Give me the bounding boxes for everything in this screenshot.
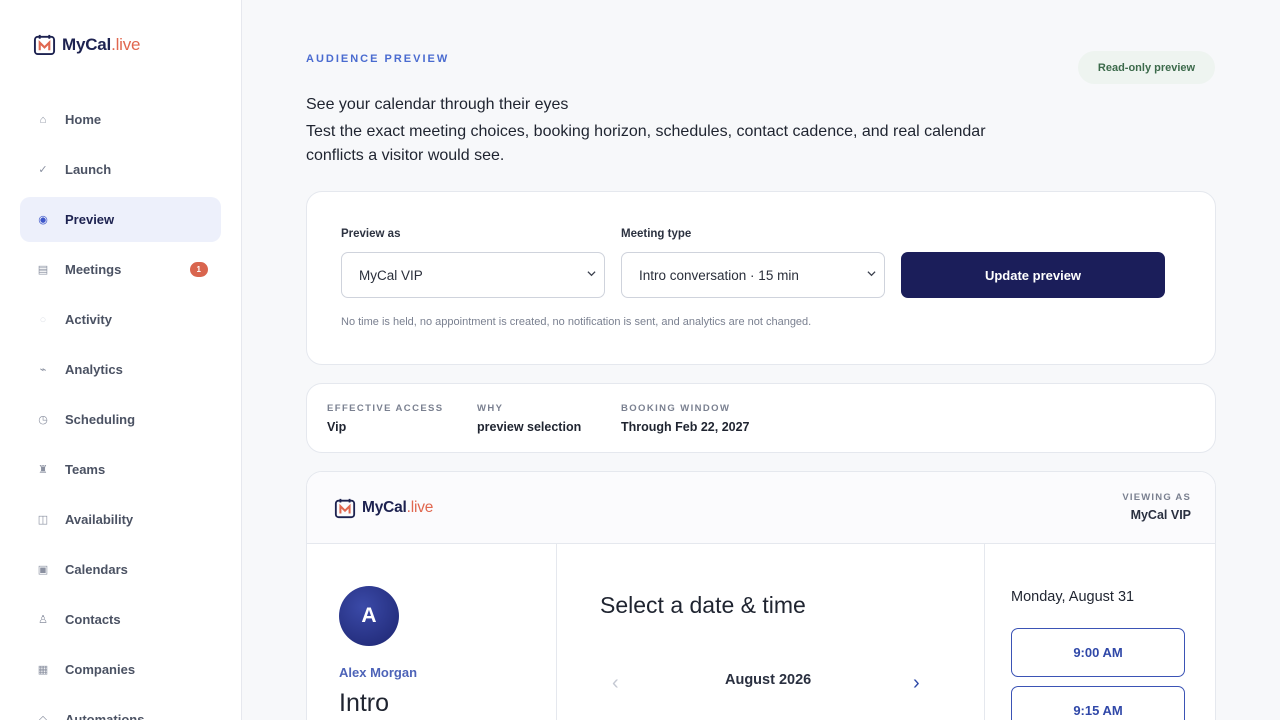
teams-icon: ♜: [38, 464, 48, 476]
preview-settings-card: Preview as MyCal VIP Meeting type Intro …: [306, 191, 1216, 365]
month-label: August 2026: [725, 672, 812, 688]
sidebar-item-analytics[interactable]: ⌁ Analytics: [20, 347, 221, 392]
prev-month-icon[interactable]: ‹: [612, 672, 619, 695]
activity-icon: ○: [39, 313, 47, 326]
calendar-icon: ▣: [37, 564, 49, 576]
chevron-down-icon: [867, 271, 876, 277]
read-only-badge: Read-only preview: [1078, 51, 1215, 84]
meetings-count-badge: 1: [189, 262, 208, 277]
booking-window: BOOKING WINDOW Through Feb 22, 2027: [621, 403, 750, 434]
calendar-logo-icon: [33, 34, 56, 56]
sidebar-item-calendars[interactable]: ▣ Calendars: [20, 547, 221, 592]
chevron-down-icon: [587, 271, 596, 277]
preview-brand-logo: MyCal.live: [334, 497, 433, 519]
sidebar-item-contacts[interactable]: ♙ Contacts: [20, 597, 221, 642]
sidebar-item-home[interactable]: ⌂ Home: [20, 97, 221, 142]
home-icon: ⌂: [39, 113, 47, 126]
preview-brand-name: MyCal.live: [362, 499, 434, 516]
preview-disclaimer: No time is held, no appointment is creat…: [341, 316, 812, 328]
brand-logo[interactable]: MyCal.live: [33, 33, 141, 56]
automations-icon: ◇: [38, 714, 48, 720]
sidebar-item-meetings[interactable]: ▤ Meetings 1: [20, 247, 221, 292]
time-slot-button[interactable]: 9:15 AM: [1011, 686, 1185, 720]
meeting-type-select[interactable]: Intro conversation · 15 min: [621, 252, 885, 298]
host-avatar: A: [339, 586, 399, 646]
time-slot-button[interactable]: 9:00 AM: [1011, 628, 1185, 677]
sidebar: MyCal.live ⌂ Home ✓ Launch ◉ Preview ▤ Meeti…: [0, 0, 242, 720]
check-icon: ✓: [38, 164, 48, 176]
meeting-type-label: Meeting type: [621, 228, 692, 240]
preview-as-label: Preview as: [341, 228, 401, 240]
event-title: Intro: [339, 689, 390, 717]
sidebar-item-preview[interactable]: ◉ Preview: [20, 197, 221, 242]
preview-dot-icon: ◉: [38, 214, 48, 226]
next-month-icon[interactable]: ›: [913, 672, 920, 695]
sidebar-item-availability[interactable]: ◫ Availability: [20, 497, 221, 542]
page-description: Test the exact meeting choices, booking …: [306, 123, 986, 164]
companies-icon: ▦: [37, 664, 49, 676]
effective-access: EFFECTIVE ACCESS Vip: [327, 403, 444, 434]
preview-as-value: MyCal VIP: [359, 267, 423, 283]
why-reason: WHY preview selection: [477, 403, 582, 434]
booking-page-preview: MyCal.live VIEWING AS MyCal VIP A Alex M…: [306, 471, 1216, 720]
sidebar-nav: ⌂ Home ✓ Launch ◉ Preview ▤ Meetings 1 ○ Activ…: [20, 97, 221, 720]
host-name: Alex Morgan: [339, 665, 418, 680]
column-divider: [556, 544, 557, 720]
sidebar-item-companies[interactable]: ▦ Companies: [20, 647, 221, 692]
update-preview-button[interactable]: Update preview: [901, 252, 1165, 298]
viewing-as: VIEWING AS MyCal VIP: [1122, 492, 1191, 522]
sidebar-item-scheduling[interactable]: ◷ Scheduling: [20, 397, 221, 442]
preview-as-select[interactable]: MyCal VIP: [341, 252, 605, 298]
sidebar-item-activity[interactable]: ○ Activity: [20, 297, 221, 342]
meeting-type-value: Intro conversation · 15 min: [639, 267, 799, 283]
analytics-icon: ⌁: [39, 364, 47, 376]
sidebar-item-launch[interactable]: ✓ Launch: [20, 147, 221, 192]
column-divider: [984, 544, 985, 720]
access-summary-card: EFFECTIVE ACCESS Vip WHY preview selecti…: [306, 383, 1216, 453]
calendar-logo-icon: [334, 498, 356, 519]
page-title: See your calendar through their eyes: [306, 96, 569, 113]
availability-icon: ◫: [37, 514, 49, 526]
select-date-title: Select a date & time: [600, 592, 806, 618]
contacts-icon: ♙: [38, 614, 48, 626]
clock-icon: ◷: [38, 414, 48, 426]
sidebar-item-automations[interactable]: ◇ Automations: [20, 697, 221, 720]
page-eyebrow: AUDIENCE PREVIEW: [306, 53, 450, 65]
sidebar-item-teams[interactable]: ♜ Teams: [20, 447, 221, 492]
meetings-icon: ▤: [37, 264, 49, 276]
brand-name: MyCal.live: [62, 34, 141, 54]
preview-header: MyCal.live VIEWING AS MyCal VIP: [307, 472, 1215, 544]
selected-day-label: Monday, August 31: [1011, 589, 1135, 605]
